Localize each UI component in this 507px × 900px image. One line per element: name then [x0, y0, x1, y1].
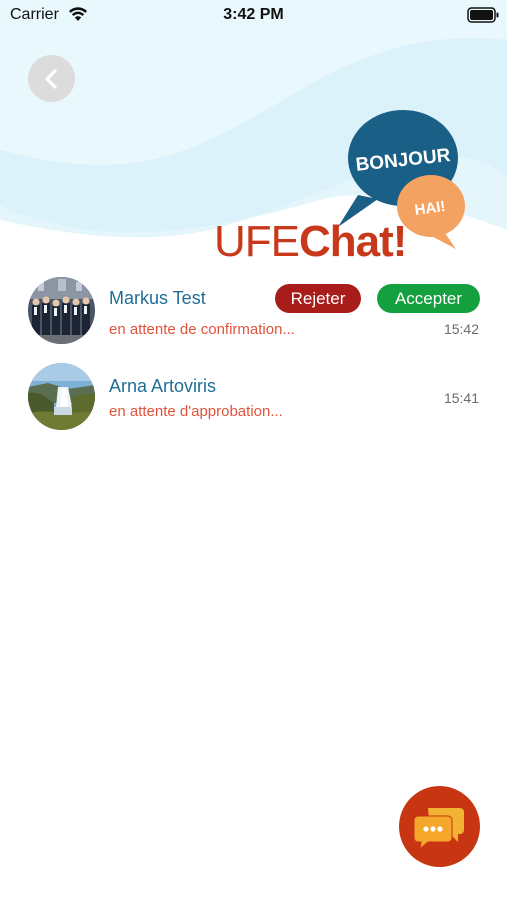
- contact-name: Markus Test: [109, 288, 206, 308]
- chat-bubbles-icon: [414, 808, 464, 850]
- request-status: en attente de confirmation...: [109, 321, 295, 338]
- avatar: [28, 277, 95, 344]
- message-time: 15:41: [443, 390, 479, 406]
- battery-icon: [467, 7, 499, 23]
- request-status: en attente d'approbation...: [109, 403, 283, 420]
- chat-request-row[interactable]: Markus Test Rejeter Accepter en attente …: [0, 272, 507, 360]
- logo-suffix: Chat!: [299, 217, 407, 266]
- chat-request-list: Markus Test Rejeter Accepter en attente …: [0, 272, 507, 448]
- status-time: 3:42 PM: [223, 6, 284, 23]
- new-chat-button[interactable]: [399, 786, 480, 867]
- back-button[interactable]: [28, 55, 75, 102]
- logo-wordmark: UFEChat!: [214, 217, 407, 267]
- chat-request-row[interactable]: Arna Artoviris en attente d'approbation.…: [0, 360, 507, 448]
- message-time: 15:42: [443, 321, 479, 337]
- reject-button[interactable]: Rejeter: [275, 284, 361, 313]
- status-bar: Carrier 3:42 PM: [0, 0, 507, 32]
- accept-button[interactable]: Accepter: [377, 284, 480, 313]
- chevron-left-icon: [45, 69, 57, 89]
- contact-name: Arna Artoviris: [109, 376, 217, 396]
- app-logo: BONJOUR HAI! UFEChat!: [210, 105, 480, 275]
- logo-prefix: UFE: [214, 217, 300, 266]
- avatar: [28, 363, 95, 430]
